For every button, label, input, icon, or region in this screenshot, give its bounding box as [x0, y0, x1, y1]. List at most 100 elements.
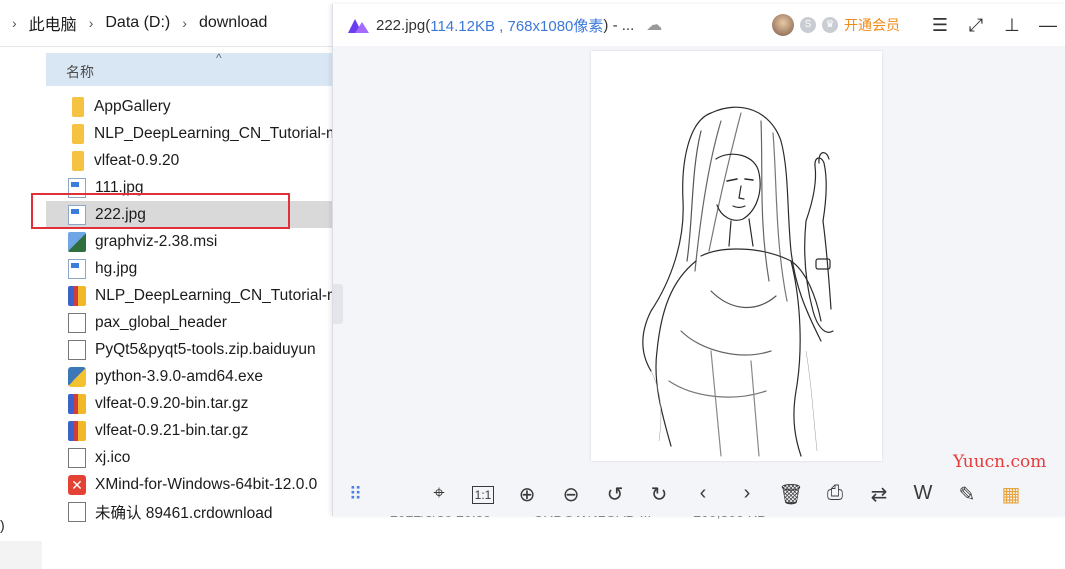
list-item[interactable]: ✕ XMind-for-Windows-64bit-12.0.0 [46, 471, 340, 498]
breadcrumb-data-drive[interactable]: Data (D:) [105, 14, 170, 32]
installer-icon [68, 231, 86, 252]
list-item[interactable]: NLP_DeepLearning_CN_Tutorial-m [46, 282, 340, 309]
list-item[interactable]: NLP_DeepLearning_CN_Tutorial-m [46, 120, 340, 147]
breadcrumb: › 此电脑 › Data (D:) › download [0, 0, 340, 47]
toolbar-buttons: ⌖ 1:1 ⊕ ⊖ ↺ ↻ ‹ › 🗑 ⎙ ⇄ W ✎ ▦ [417, 482, 1033, 507]
image-file-icon [68, 177, 86, 198]
app-logo-icon [348, 17, 369, 33]
breadcrumb-this-pc[interactable]: 此电脑 [29, 11, 77, 35]
navigation-pane[interactable]: ) [0, 47, 42, 569]
list-item[interactable]: AppGallery [46, 93, 340, 120]
document-icon [68, 501, 86, 522]
zoom-in-icon[interactable]: ⊕ [505, 482, 549, 507]
viewer-title-tail: ) - ... [603, 16, 635, 34]
edit-icon[interactable]: ✎ [945, 482, 989, 507]
list-item[interactable]: graphviz-2.38.msi [46, 228, 340, 255]
vip-button[interactable]: 开通会员 [844, 15, 900, 35]
list-item[interactable]: 未确认 89461.crdownload [46, 498, 340, 525]
viewer-file-name: 222.jpg [376, 16, 426, 34]
document-icon [68, 339, 86, 360]
viewer-title-bar[interactable]: 222.jpg ( 114.12KB , 768x1080像素 ) - ... … [333, 4, 1065, 46]
collapse-handle[interactable] [333, 284, 343, 324]
actual-size-icon: 1:1 [471, 485, 495, 504]
file-name: 222.jpg [95, 205, 146, 223]
word-icon[interactable]: W [901, 482, 945, 507]
nav-item-stub[interactable]: ) [0, 517, 5, 533]
coin-badge-icon[interactable]: S [800, 17, 816, 33]
zoom-out-icon[interactable]: ⊖ [549, 482, 593, 507]
document-icon [68, 312, 86, 333]
breadcrumb-download[interactable]: download [199, 14, 268, 32]
previous-icon[interactable]: ‹ [681, 482, 725, 507]
list-item[interactable]: hg.jpg [46, 255, 340, 282]
file-name: vlfeat-0.9.20 [94, 151, 180, 169]
fullscreen-icon[interactable]: ⤢ [958, 15, 994, 36]
viewer-file-meta: 114.12KB , 768x1080像素 [430, 17, 604, 35]
thumbnail-grid-icon[interactable]: ⠿ [349, 484, 362, 505]
list-item[interactable]: pax_global_header [46, 309, 340, 336]
xmind-icon: ✕ [68, 474, 86, 495]
archive-icon [68, 285, 86, 306]
image-file-icon [68, 258, 86, 279]
list-item[interactable]: xj.ico [46, 444, 340, 471]
list-item[interactable]: PyQt5&pyqt5-tools.zip.baiduyun [46, 336, 340, 363]
image-file-icon [68, 204, 86, 225]
rotate-left-icon[interactable]: ↺ [593, 482, 637, 507]
file-name: graphviz-2.38.msi [95, 232, 218, 250]
pin-icon[interactable]: ⊥ [994, 15, 1030, 36]
convert-icon[interactable]: ⇄ [857, 482, 901, 507]
file-name: python-3.9.0-amd64.exe [95, 367, 264, 385]
chevron-right-icon[interactable]: › [12, 15, 17, 31]
archive-icon [68, 393, 86, 414]
image-canvas[interactable] [333, 46, 1065, 472]
viewer-title-controls: S ♛ 开通会员 ☰ ⤢ ⊥ — [772, 4, 1065, 46]
file-name: vlfeat-0.9.21-bin.tar.gz [95, 421, 249, 439]
actual-size-button[interactable]: 1:1 [461, 482, 505, 507]
image-viewer-window: 222.jpg ( 114.12KB , 768x1080像素 ) - ... … [332, 4, 1065, 516]
python-installer-icon [68, 366, 86, 387]
avatar[interactable] [772, 14, 794, 36]
nav-item-partial[interactable] [0, 541, 42, 569]
file-name: vlfeat-0.9.20-bin.tar.gz [95, 394, 249, 412]
menu-icon[interactable]: ☰ [922, 15, 958, 36]
folder-icon [72, 96, 84, 117]
pencil-sketch-image [591, 51, 882, 461]
viewer-toolbar: ⠿ ⌖ 1:1 ⊕ ⊖ ↺ ↻ ‹ › 🗑 ⎙ ⇄ W ✎ ▦ [333, 472, 1065, 516]
file-name: hg.jpg [95, 259, 138, 277]
file-name: AppGallery [94, 97, 171, 115]
folder-icon [72, 123, 84, 144]
document-icon [68, 447, 86, 468]
list-item[interactable]: vlfeat-0.9.20-bin.tar.gz [46, 390, 340, 417]
column-header-label: 名称 [66, 64, 94, 80]
file-name: PyQt5&pyqt5-tools.zip.baiduyun [95, 340, 316, 358]
vip-crown-icon[interactable]: ♛ [822, 17, 838, 33]
file-name: NLP_DeepLearning_CN_Tutorial-m [94, 124, 339, 142]
more-apps-icon[interactable]: ▦ [989, 482, 1033, 507]
file-name: XMind-for-Windows-64bit-12.0.0 [95, 475, 318, 493]
watermark-text: Yuucn.com [953, 452, 1047, 472]
file-name: 未确认 89461.crdownload [95, 504, 273, 522]
chevron-right-icon[interactable]: › [182, 15, 187, 31]
file-list: 名称 ^ AppGallery NLP_DeepLearning_CN_Tuto… [46, 51, 340, 525]
list-item[interactable]: vlfeat-0.9.20 [46, 147, 340, 174]
file-name: NLP_DeepLearning_CN_Tutorial-m [95, 286, 340, 304]
rotate-right-icon[interactable]: ↻ [637, 482, 681, 507]
chevron-right-icon[interactable]: › [89, 15, 94, 31]
sort-ascending-icon: ^ [216, 51, 222, 65]
file-name: 111.jpg [95, 178, 144, 196]
file-name: xj.ico [95, 448, 131, 466]
print-icon[interactable]: ⎙ [813, 482, 857, 507]
list-item-selected[interactable]: 222.jpg [46, 201, 340, 228]
list-item[interactable]: python-3.9.0-amd64.exe [46, 363, 340, 390]
sketch-drawing [642, 106, 834, 457]
file-name: pax_global_header [95, 313, 227, 331]
list-item[interactable]: 111.jpg [46, 174, 340, 201]
next-icon[interactable]: › [725, 482, 769, 507]
folder-icon [72, 150, 84, 171]
delete-icon[interactable]: 🗑 [769, 482, 813, 507]
column-header-name[interactable]: 名称 ^ [46, 51, 340, 86]
mouse-icon[interactable]: ⌖ [417, 482, 461, 507]
cloud-upload-icon[interactable]: ☁ [646, 15, 662, 35]
minimize-icon[interactable]: — [1030, 15, 1065, 36]
list-item[interactable]: vlfeat-0.9.21-bin.tar.gz [46, 417, 340, 444]
